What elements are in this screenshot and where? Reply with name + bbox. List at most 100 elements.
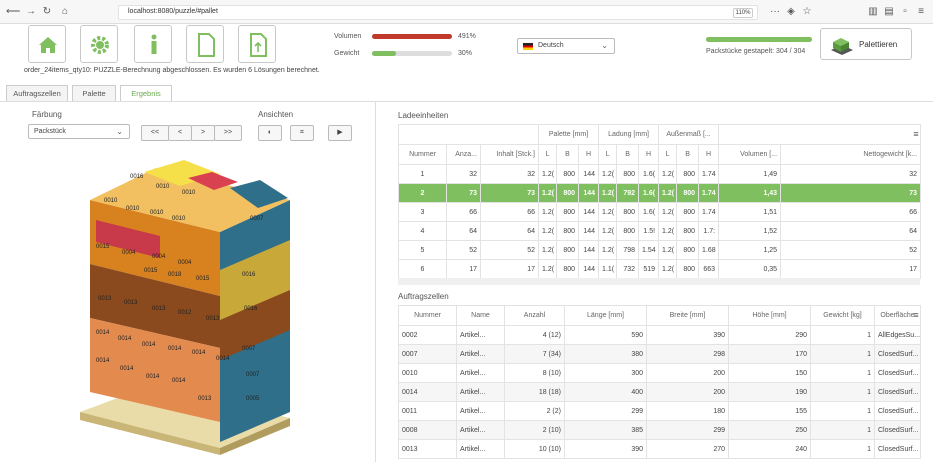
column-header[interactable]: Gewicht [kg] [810,305,875,326]
export-button[interactable] [238,25,276,63]
table-cell: 663 [698,259,720,279]
settings-button[interactable] [80,25,118,63]
previous-solution-button[interactable]: < [168,125,192,141]
column-menu-icon[interactable]: ≡ [910,305,922,325]
table-cell: 64 [446,221,481,241]
table-row[interactable]: 4 64 64 1.2(800 144 1.2(800 1.5! 1.2(800 1.7: 1,5… [398,221,922,241]
table-cell: 1.2( [538,221,558,241]
column-header[interactable]: Anza... [446,144,481,165]
table-row[interactable]: 0007 Artikel... 7 (34) 380 298 170 1 ClosedSurf… [398,344,921,364]
column-header[interactable]: Nettogewicht [k... [780,144,922,165]
reload-icon[interactable]: ↻ [40,6,54,18]
column-header[interactable]: L [598,144,618,165]
table-row[interactable]: 6 17 17 1.2(800 144 1.1(732 519 1.2(800 663 0,35 1… [398,259,922,279]
group-header-load: Ladung [mm] [598,124,660,145]
tab-pallet[interactable]: Palette [72,85,116,101]
column-header[interactable]: H [578,144,600,165]
tab-order-cells[interactable]: Auftragszellen [6,85,68,101]
library-icon[interactable]: ▥ [866,6,880,18]
box-label: 0007 [246,372,260,378]
extension-icon[interactable]: ▫ [898,6,912,18]
table-cell: 298 [646,344,729,364]
column-header[interactable]: B [676,144,700,165]
table-row[interactable]: 1 32 32 1.2(800 144 1.2(800 1.6(1.2(800 1.74 1,4… [398,164,922,184]
url-text[interactable]: localhost:8080/puzzle/#pallet [128,8,218,15]
bookmark-star-icon[interactable]: ☆ [800,6,814,18]
column-header[interactable]: L [538,144,558,165]
sidebar-icon[interactable]: ▤ [882,6,896,18]
table-cell: 0013 [398,439,457,459]
column-header[interactable]: Breite [mm] [646,305,729,326]
more-icon[interactable]: ··· [768,6,782,18]
box-label: 0010 [126,206,140,212]
menu-icon[interactable]: ≡ [914,6,928,18]
back-icon[interactable]: ⟵ [6,6,20,18]
load-units-table: Palette [mm] Ladung [mm] Außenmaß [... N… [397,124,922,279]
box-label: 0014 [216,356,230,362]
column-header[interactable]: Inhalt [Stck.] [479,144,540,165]
column-header[interactable]: B [556,144,580,165]
table-cell: 800 [616,202,640,222]
table-row[interactable]: 2 73 73 1.2(800 144 1.2(792 1.6(1.2(800 1.74 1,4… [398,183,922,203]
table-cell: ClosedSurf... [874,382,921,402]
pallet-3d-view[interactable]: 0016 0010 0010 0010 0010 0010 0010 0007 0015 0004… [60,150,320,455]
column-header[interactable]: H [638,144,660,165]
table-cell: 200 [646,382,729,402]
table-cell: 2 (10) [504,420,565,440]
column-header[interactable]: Nummer [398,305,457,326]
column-header[interactable]: Länge [mm] [564,305,647,326]
table-cell: 73 [780,183,922,203]
table-cell: 250 [728,420,811,440]
column-header[interactable]: Volumen [... [718,144,782,165]
column-header[interactable]: Nummer [398,144,447,165]
home-button[interactable] [28,25,66,63]
pocket-icon[interactable]: ◈ [784,6,798,18]
new-document-button[interactable] [186,25,224,63]
language-select[interactable]: Deutsch ⌄ [517,38,615,54]
home-icon[interactable]: ⌂ [58,6,72,18]
tab-result[interactable]: Ergebnis [120,85,172,101]
table-cell: 144 [578,202,600,222]
next-solution-button[interactable]: > [191,125,215,141]
table-row[interactable]: 0010 Artikel... 8 (10) 300 200 150 1 ClosedSurf… [398,363,921,383]
info-button[interactable] [134,25,172,63]
table-row[interactable]: 0013 Artikel... 10 (10) 390 270 240 1 ClosedSur… [398,439,921,459]
table-cell: 4 [398,221,447,241]
column-header[interactable]: B [616,144,640,165]
column-header[interactable]: Höhe [mm] [728,305,811,326]
forward-icon[interactable]: → [24,6,38,18]
palletize-button[interactable]: Palettieren [820,28,912,60]
column-header[interactable]: L [658,144,678,165]
status-line: order_24items_qty10: PUZZLE-Berechnung a… [24,67,320,74]
home-icon [39,37,57,53]
table-cell: 1 [810,439,875,459]
play-animation-button[interactable]: ▶ [328,125,352,141]
box-label: 0014 [146,374,160,380]
load-units-hscrollbar[interactable] [398,278,920,285]
table-row[interactable]: 0011 Artikel... 2 (2) 299 180 155 1 ClosedSurf.… [398,401,921,421]
zoom-level[interactable]: 110% [733,8,753,18]
table-row[interactable]: 0014 Artikel... 18 (18) 400 200 190 1 ClosedSur… [398,382,921,402]
table-row[interactable]: 0008 Artikel... 2 (10) 385 299 250 1 ClosedSurf… [398,420,921,440]
first-solution-button[interactable]: << [141,125,169,141]
table-cell: 1.54 [638,240,660,260]
box-label: 0004 [122,250,136,256]
column-header[interactable]: Anzahl [504,305,565,326]
table-row[interactable]: 0002 Artikel... 4 (12) 590 390 290 1 AllEdgesSu… [398,325,921,345]
column-header[interactable]: H [698,144,720,165]
table-cell: 300 [564,363,647,383]
table-cell: 1.2( [658,164,678,184]
view-front-button[interactable]: ⌗ [290,125,314,141]
table-cell: 385 [564,420,647,440]
coloring-select[interactable]: Packstück ⌄ [28,124,130,139]
column-menu-icon[interactable]: ≡ [910,124,922,144]
order-cells-table: Nummer Name Anzahl Länge [mm] Breite [mm] Höh… [398,305,921,459]
box-label: 0013 [198,396,212,402]
table-row[interactable]: 5 52 52 1.2(800 144 1.2(798 1.54 1.2(800 1.68 1,2… [398,240,922,260]
column-header[interactable]: Name [456,305,505,326]
table-row[interactable]: 3 66 66 1.2(800 144 1.2(800 1.6(1.2(800 1.74 1,5… [398,202,922,222]
view-3d-button[interactable]: ◐ [258,125,282,141]
last-solution-button[interactable]: >> [214,125,242,141]
german-flag-icon [523,43,533,50]
box-label: 0014 [96,330,110,336]
